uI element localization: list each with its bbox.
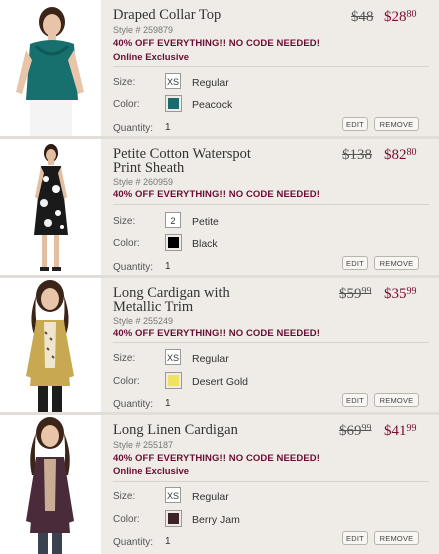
product-photo[interactable]	[0, 278, 102, 412]
size-label: Size:	[113, 491, 136, 502]
swatch-fill	[168, 375, 179, 386]
original-price: $5999	[339, 286, 372, 302]
size-code-box: XS	[165, 73, 181, 89]
quantity-label: Quantity:	[113, 262, 154, 273]
item-details: Long Cardigan with Metallic Trim Style #…	[101, 278, 439, 412]
size-label: Size:	[113, 77, 136, 88]
quantity-label: Quantity:	[113, 537, 154, 548]
style-number: Style # 259879	[113, 25, 174, 35]
divider	[113, 66, 429, 67]
original-price: $48	[351, 9, 374, 25]
product-name[interactable]: Long Cardigan with Metallic Trim	[113, 286, 263, 315]
quantity-label: Quantity:	[113, 399, 154, 410]
color-value: Desert Gold	[192, 376, 249, 388]
original-price: $138	[342, 147, 372, 163]
online-exclusive-label: Online Exclusive	[113, 466, 190, 477]
edit-button[interactable]: EDIT	[342, 256, 368, 270]
product-name[interactable]: Long Linen Cardigan	[113, 423, 333, 438]
original-price: $6999	[339, 423, 372, 439]
swatch-fill	[168, 513, 179, 524]
divider	[113, 342, 429, 343]
cart-item: Long Linen Cardigan Style # 255187 40% O…	[0, 415, 439, 554]
style-number: Style # 255249	[113, 316, 174, 326]
divider	[113, 204, 429, 205]
color-value: Black	[192, 238, 218, 250]
sale-price: $8280	[384, 147, 417, 163]
color-swatch	[165, 95, 182, 112]
divider	[113, 481, 429, 482]
sale-price: $4199	[384, 423, 417, 439]
color-label: Color:	[113, 376, 140, 387]
cart-item: Petite Cotton Waterspot Print Sheath Sty…	[0, 139, 439, 278]
promo-text: 40% OFF EVERYTHING!! NO CODE NEEDED!	[113, 453, 320, 464]
quantity-label: Quantity:	[113, 123, 154, 134]
size-value: Regular	[192, 491, 229, 503]
color-label: Color:	[113, 514, 140, 525]
remove-button[interactable]: REMOVE	[374, 256, 419, 270]
color-label: Color:	[113, 238, 140, 249]
size-label: Size:	[113, 353, 136, 364]
item-details: Draped Collar Top Style # 259879 40% OFF…	[101, 0, 439, 136]
color-swatch	[165, 234, 182, 251]
color-value: Peacock	[192, 99, 233, 111]
shopping-bag-list: Draped Collar Top Style # 259879 40% OFF…	[0, 0, 439, 554]
product-photo[interactable]	[0, 139, 102, 275]
edit-button[interactable]: EDIT	[342, 531, 368, 545]
item-details: Long Linen Cardigan Style # 255187 40% O…	[101, 415, 439, 554]
promo-text: 40% OFF EVERYTHING!! NO CODE NEEDED!	[113, 38, 320, 49]
edit-button[interactable]: EDIT	[342, 117, 368, 131]
size-value: Petite	[192, 216, 219, 228]
quantity-value: 1	[165, 536, 171, 547]
edit-button[interactable]: EDIT	[342, 393, 368, 407]
quantity-value: 1	[165, 261, 171, 272]
remove-button[interactable]: REMOVE	[374, 117, 419, 131]
style-number: Style # 255187	[113, 440, 174, 450]
product-name[interactable]: Draped Collar Top	[113, 8, 333, 23]
style-number: Style # 260959	[113, 177, 174, 187]
size-value: Regular	[192, 353, 229, 365]
item-details: Petite Cotton Waterspot Print Sheath Sty…	[101, 139, 439, 275]
promo-text: 40% OFF EVERYTHING!! NO CODE NEEDED!	[113, 189, 320, 200]
sale-price: $2880	[384, 9, 417, 25]
color-swatch	[165, 372, 182, 389]
quantity-value: 1	[165, 398, 171, 409]
product-photo[interactable]	[0, 0, 102, 136]
cart-item: Draped Collar Top Style # 259879 40% OFF…	[0, 0, 439, 139]
color-swatch	[165, 510, 182, 527]
remove-button[interactable]: REMOVE	[374, 393, 419, 407]
product-photo[interactable]	[0, 415, 102, 554]
size-value: Regular	[192, 77, 229, 89]
cart-item: Long Cardigan with Metallic Trim Style #…	[0, 278, 439, 415]
swatch-fill	[168, 98, 179, 109]
swatch-fill	[168, 237, 179, 248]
size-code-box: XS	[165, 349, 181, 365]
online-exclusive-label: Online Exclusive	[113, 52, 190, 63]
color-value: Berry Jam	[192, 514, 240, 526]
quantity-value: 1	[165, 122, 171, 133]
size-code-box: 2	[165, 212, 181, 228]
sale-price: $3599	[384, 286, 417, 302]
size-label: Size:	[113, 216, 136, 227]
size-code-box: XS	[165, 487, 181, 503]
color-label: Color:	[113, 99, 140, 110]
promo-text: 40% OFF EVERYTHING!! NO CODE NEEDED!	[113, 328, 320, 339]
product-name[interactable]: Petite Cotton Waterspot Print Sheath	[113, 147, 273, 176]
remove-button[interactable]: REMOVE	[374, 531, 419, 545]
